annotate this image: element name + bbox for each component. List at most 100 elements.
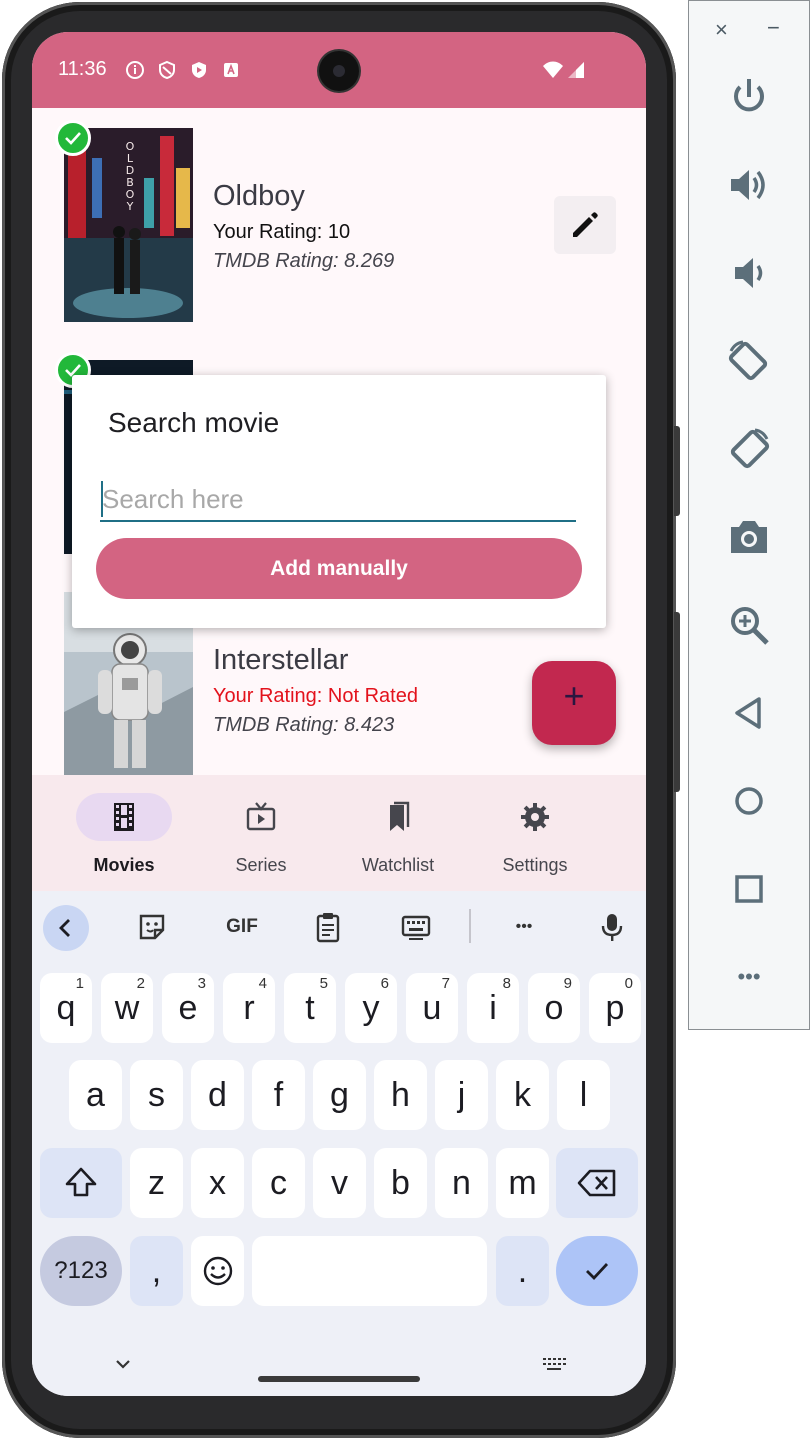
smiley-icon xyxy=(203,1256,232,1286)
key-f[interactable]: f xyxy=(252,1060,305,1130)
toolbar-separator xyxy=(469,909,471,943)
zoom-icon[interactable] xyxy=(725,601,773,649)
sticker-icon[interactable] xyxy=(136,911,168,943)
key-hint: 2 xyxy=(136,975,145,992)
key-d[interactable]: d xyxy=(191,1060,244,1130)
chevron-left-icon xyxy=(59,919,70,937)
key-r[interactable]: r4 xyxy=(223,973,275,1043)
key-t[interactable]: t5 xyxy=(284,973,336,1043)
gear-icon xyxy=(521,803,549,831)
rotate-right-icon[interactable] xyxy=(725,425,773,473)
movie-title: Interstellar xyxy=(213,644,349,676)
key-b[interactable]: b xyxy=(374,1148,427,1218)
key-p[interactable]: p0 xyxy=(589,973,641,1043)
key-o[interactable]: o9 xyxy=(528,973,580,1043)
chevron-down-icon[interactable] xyxy=(112,1353,134,1375)
tmdb-rating: TMDB Rating: 8.269 xyxy=(213,250,395,272)
key-hint: 7 xyxy=(441,975,450,992)
nav-item-movies[interactable]: Movies xyxy=(63,775,193,891)
key-label: i xyxy=(489,989,497,1027)
key-u[interactable]: u7 xyxy=(406,973,458,1043)
key-label: w xyxy=(114,989,140,1027)
key-g[interactable]: g xyxy=(313,1060,366,1130)
key-l[interactable]: l xyxy=(557,1060,610,1130)
key-y[interactable]: y6 xyxy=(345,973,397,1043)
period-key[interactable]: . xyxy=(496,1236,549,1306)
add-movie-fab[interactable]: + xyxy=(532,661,616,745)
keyboard-switch-icon[interactable] xyxy=(540,1353,568,1375)
volume-down-icon[interactable] xyxy=(725,249,773,297)
key-k[interactable]: k xyxy=(496,1060,549,1130)
key-hint: 0 xyxy=(624,975,633,992)
key-m[interactable]: m xyxy=(496,1148,549,1218)
more-options-button[interactable]: ••• xyxy=(506,911,542,943)
key-z[interactable]: z xyxy=(130,1148,183,1218)
home-gesture-bar[interactable] xyxy=(258,1376,420,1382)
nav-item-watchlist[interactable]: Watchlist xyxy=(337,775,467,891)
info-icon xyxy=(125,60,145,80)
key-e[interactable]: e3 xyxy=(162,973,214,1043)
rotate-left-icon[interactable] xyxy=(725,337,773,385)
power-icon[interactable] xyxy=(725,73,773,121)
key-hint: 9 xyxy=(563,975,572,992)
close-icon[interactable]: × xyxy=(715,17,728,43)
key-label: o xyxy=(544,989,564,1027)
key-hint: 4 xyxy=(258,975,267,992)
back-icon[interactable] xyxy=(725,689,773,737)
backspace-key[interactable] xyxy=(556,1148,638,1218)
nav-label: Settings xyxy=(502,855,568,875)
space-key[interactable] xyxy=(252,1236,487,1306)
symbols-key[interactable]: ?123 xyxy=(40,1236,122,1306)
shift-arrow-icon xyxy=(65,1167,97,1197)
shift-key[interactable] xyxy=(40,1148,122,1218)
status-signal xyxy=(542,60,586,80)
backspace-icon xyxy=(577,1169,616,1197)
home-icon[interactable] xyxy=(725,777,773,825)
key-w[interactable]: w2 xyxy=(101,973,153,1043)
gif-button[interactable]: GIF xyxy=(220,911,264,943)
clipboard-icon[interactable] xyxy=(312,911,344,943)
edit-button[interactable] xyxy=(554,196,616,254)
key-label: y xyxy=(362,989,380,1027)
movie-card-oldboy[interactable]: OLDBOY Oldboy Your Rating: 10 TMDB Ratin… xyxy=(32,120,646,322)
comma-key[interactable]: , xyxy=(130,1236,183,1306)
nav-item-series[interactable]: Series xyxy=(200,775,330,891)
keyboard-toolbar: GIF ••• xyxy=(32,891,646,963)
cell-signal-icon xyxy=(568,62,584,78)
shield-icon xyxy=(157,60,177,80)
keyboard-collapse-button[interactable] xyxy=(43,905,89,951)
plus-icon: + xyxy=(563,675,585,716)
microphone-icon[interactable] xyxy=(596,911,628,943)
key-x[interactable]: x xyxy=(191,1148,244,1218)
wifi-icon xyxy=(543,61,563,78)
minimize-icon[interactable]: − xyxy=(767,15,780,41)
dialog-title: Search movie xyxy=(108,407,280,438)
key-h[interactable]: h xyxy=(374,1060,427,1130)
key-hint: 1 xyxy=(75,975,84,992)
camera-icon[interactable] xyxy=(725,513,773,561)
key-v[interactable]: v xyxy=(313,1148,366,1218)
key-c[interactable]: c xyxy=(252,1148,305,1218)
key-s[interactable]: s xyxy=(130,1060,183,1130)
volume-up-icon[interactable] xyxy=(725,161,773,209)
key-a[interactable]: a xyxy=(69,1060,122,1130)
key-hint: 3 xyxy=(197,975,206,992)
phone-side-button-volume xyxy=(674,426,680,516)
nav-item-settings[interactable]: Settings xyxy=(474,775,604,891)
add-manually-button[interactable]: Add manually xyxy=(96,538,582,599)
tv-play-icon xyxy=(246,802,276,831)
emoji-key[interactable] xyxy=(191,1236,244,1306)
watched-check-icon xyxy=(55,120,91,156)
key-n[interactable]: n xyxy=(435,1148,488,1218)
key-q[interactable]: q1 xyxy=(40,973,92,1043)
enter-key[interactable] xyxy=(556,1236,638,1306)
keyboard-layout-icon[interactable] xyxy=(400,911,432,943)
key-label: t xyxy=(305,989,315,1027)
key-i[interactable]: i8 xyxy=(467,973,519,1043)
overview-icon[interactable] xyxy=(725,865,773,913)
search-input[interactable] xyxy=(100,478,576,522)
more-icon[interactable]: ••• xyxy=(725,953,773,1001)
key-j[interactable]: j xyxy=(435,1060,488,1130)
film-icon xyxy=(114,803,134,831)
nav-label: Watchlist xyxy=(361,855,435,875)
